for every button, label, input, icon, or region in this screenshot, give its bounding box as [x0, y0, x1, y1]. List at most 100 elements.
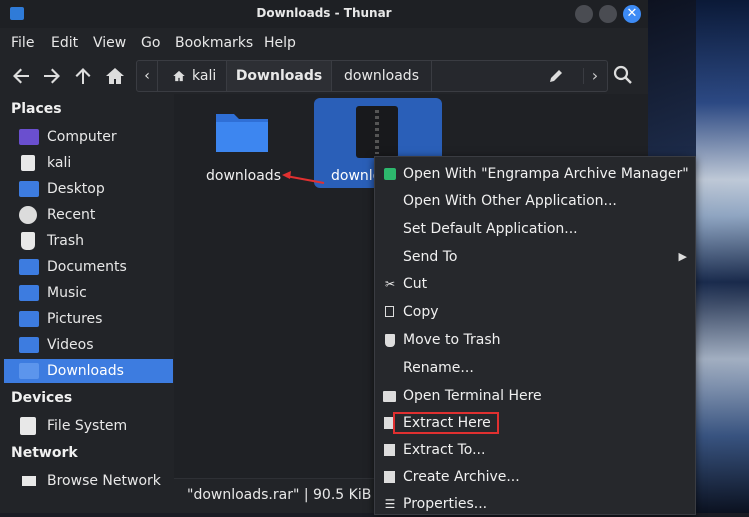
menu-item-extract-to[interactable]: Extract To... [375, 437, 695, 463]
sidebar-item-trash[interactable]: Trash [4, 229, 173, 253]
sidebar-item-label: Music [47, 285, 87, 301]
desktop-wallpaper-art [696, 0, 749, 513]
menu-item-send-to[interactable]: Send To ▶ [375, 244, 695, 270]
sidebar-item-videos[interactable]: Videos [4, 333, 173, 357]
path-scroll-right[interactable]: › [585, 61, 605, 91]
home-folder-icon [21, 155, 35, 171]
sidebar-item-documents[interactable]: Documents [4, 255, 173, 279]
menu-item-label: Create Archive... [403, 469, 520, 485]
menu-item-label: Extract To... [403, 442, 486, 458]
downloads-folder-icon [19, 363, 39, 379]
sidebar-item-label: File System [47, 418, 128, 434]
menu-view[interactable]: View [93, 35, 126, 51]
menu-item-label: Open Terminal Here [403, 388, 542, 404]
menu-item-create-archive[interactable]: Create Archive... [375, 464, 695, 490]
videos-folder-icon [19, 337, 39, 353]
up-button[interactable] [72, 65, 94, 87]
sidebar-item-label: Pictures [47, 311, 103, 327]
sidebar-item-computer[interactable]: Computer [4, 125, 173, 149]
file-item-label[interactable]: downloads [206, 168, 281, 184]
back-button[interactable] [10, 65, 32, 87]
menu-item-set-default[interactable]: Set Default Application... [375, 216, 695, 242]
search-button[interactable] [612, 64, 634, 86]
menu-item-label: Move to Trash [403, 332, 501, 348]
engrampa-icon [384, 168, 396, 180]
sidebar-item-label: Documents [47, 259, 127, 275]
status-text: "downloads.rar" | 90.5 KiB (9 [187, 487, 391, 503]
arrow-right-icon [44, 68, 60, 84]
archive-create-icon [384, 471, 395, 483]
breadcrumb-kali-label: kali [192, 68, 217, 84]
copy-icon [385, 306, 394, 317]
path-scroll-left[interactable]: ‹ [137, 61, 158, 91]
menu-help[interactable]: Help [264, 35, 296, 51]
menu-item-label: Properties... [403, 496, 488, 512]
sidebar-item-pictures[interactable]: Pictures [4, 307, 173, 331]
menu-item-label: Open With Other Application... [403, 193, 617, 209]
drive-icon [20, 417, 36, 435]
desktop-folder-icon [19, 181, 39, 197]
menu-bookmarks[interactable]: Bookmarks [175, 35, 253, 51]
menu-item-rename[interactable]: Rename... [375, 355, 695, 381]
menu-item-label: Send To [403, 249, 458, 265]
sidebar-item-recent[interactable]: Recent [4, 203, 173, 227]
edit-path-button[interactable] [549, 68, 584, 84]
breadcrumb-kali[interactable]: kali [158, 61, 227, 91]
menu-item-label: Copy [403, 304, 439, 320]
sidebar-item-label: Recent [47, 207, 96, 223]
sidebar-item-label: Videos [47, 337, 94, 353]
menu-item-properties[interactable]: ☰ Properties... [375, 491, 695, 517]
breadcrumb-downloads-sub[interactable]: downloads [332, 61, 432, 91]
documents-folder-icon [19, 259, 39, 275]
sidebar-item-downloads[interactable]: Downloads [4, 359, 173, 383]
archive-extract-icon [384, 444, 395, 456]
pictures-folder-icon [19, 311, 39, 327]
network-heading: Network [11, 445, 78, 461]
trash-icon [21, 232, 35, 250]
sidebar-item-label: Downloads [47, 363, 124, 379]
trash-icon [385, 334, 395, 347]
menu-item-open-terminal[interactable]: Open Terminal Here [375, 383, 695, 409]
menu-item-cut[interactable]: ✂ Cut [375, 271, 695, 297]
folder-icon[interactable] [214, 108, 270, 154]
menu-item-copy[interactable]: Copy [375, 299, 695, 325]
home-button[interactable] [104, 65, 126, 87]
terminal-icon [383, 391, 396, 402]
recent-icon [19, 206, 37, 224]
menu-item-label: Set Default Application... [403, 221, 578, 237]
sidebar-item-label: Trash [47, 233, 84, 249]
minimize-button[interactable] [575, 5, 593, 23]
menu-file[interactable]: File [11, 35, 34, 51]
menu-item-label: Cut [403, 276, 428, 292]
archive-icon[interactable] [356, 106, 398, 158]
maximize-button[interactable] [599, 5, 617, 23]
sidebar-item-kali[interactable]: kali [4, 151, 173, 175]
forward-button[interactable] [41, 65, 63, 87]
devices-heading: Devices [11, 390, 73, 406]
annotation-arrow [282, 171, 325, 184]
annotation-highlight-box [393, 412, 499, 434]
arrow-up-icon [75, 68, 91, 84]
sidebar-item-file-system[interactable]: File System [4, 414, 173, 438]
sidebar-item-music[interactable]: Music [4, 281, 173, 305]
pencil-icon [550, 70, 562, 82]
menu-item-move-to-trash[interactable]: Move to Trash [375, 327, 695, 353]
computer-icon [19, 129, 39, 145]
sidebar-item-label: Computer [47, 129, 117, 145]
breadcrumb-downloads[interactable]: Downloads [227, 61, 332, 91]
network-icon [19, 473, 39, 489]
window-title: Downloads - Thunar [256, 6, 392, 20]
menu-edit[interactable]: Edit [51, 35, 78, 51]
close-button[interactable]: ✕ [623, 5, 641, 23]
menu-go[interactable]: Go [141, 35, 160, 51]
submenu-arrow-icon: ▶ [678, 250, 687, 263]
title-bar: Downloads - Thunar ✕ [0, 0, 648, 28]
sidebar-item-browse-network[interactable]: Browse Network [4, 469, 173, 493]
music-folder-icon [19, 285, 39, 301]
menu-item-open-with-other[interactable]: Open With Other Application... [375, 188, 695, 214]
menu-item-label: Rename... [403, 360, 474, 376]
sidebar-item-desktop[interactable]: Desktop [4, 177, 173, 201]
home-icon [173, 70, 185, 82]
properties-icon: ☰ [384, 497, 396, 511]
menu-item-open-with-engrampa[interactable]: Open With "Engrampa Archive Manager" [375, 161, 695, 187]
